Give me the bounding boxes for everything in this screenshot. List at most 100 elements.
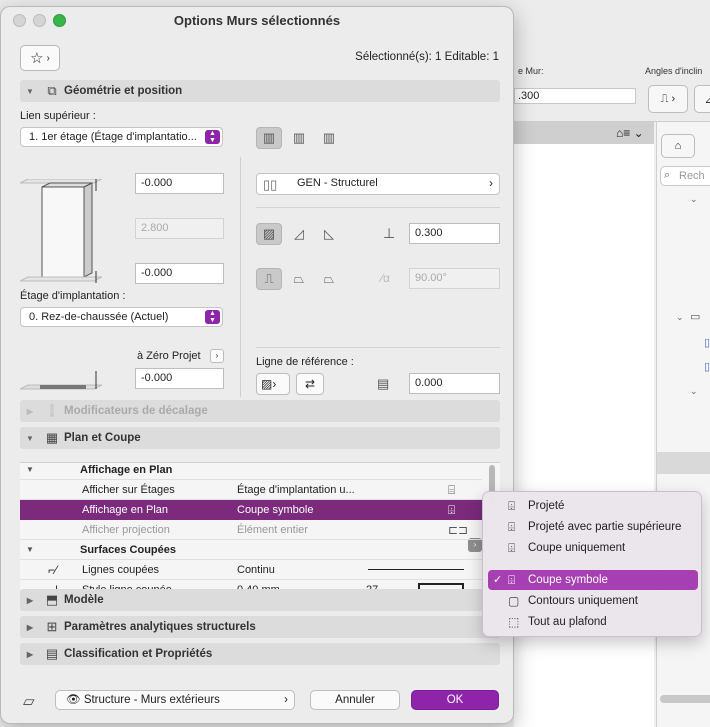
outlines-only-icon: ▢ — [508, 594, 520, 608]
projected-icon: ⌹ — [508, 499, 516, 513]
section-structural-label: Paramètres analytiques structurels — [64, 621, 256, 633]
ref-line-hatch-icon: ▨› — [261, 377, 277, 391]
wall-height-input[interactable]: 2.800 — [135, 218, 224, 239]
ok-button[interactable]: OK — [411, 690, 499, 710]
navigator-home-button[interactable]: ⌂ — [661, 134, 695, 158]
menu-item-label: Projeté avec partie supérieure — [528, 521, 682, 533]
geometry-h-divider-2 — [256, 347, 500, 348]
minimize-button[interactable] — [33, 14, 46, 27]
list-row-floor-plan-display[interactable]: Affichage en Plan Coupe symbole ⌹ › — [20, 500, 482, 552]
wall-double-slanted-icon: ◺ — [324, 226, 334, 241]
home-story-select[interactable]: 0. Rez-de-chaussée (Actuel) ▲ ▼ — [20, 307, 223, 327]
star-icon: ☆ — [30, 50, 44, 67]
wall-type-straight-button[interactable]: ▥ — [256, 127, 282, 149]
updown-chevron-icon: ▲ ▼ — [205, 130, 220, 144]
ref-line-flip-button[interactable]: ⇄ — [296, 373, 324, 395]
navigator-scrollbar[interactable] — [660, 695, 710, 703]
ref-line-location-button[interactable]: ▨› — [256, 373, 290, 395]
slant-icon: ⊿ — [704, 93, 710, 106]
row-value: Coupe symbole — [237, 504, 314, 516]
search-icon: ⌕ — [664, 169, 671, 181]
angle-type-button[interactable]: ⎍ › — [648, 85, 688, 113]
wall-profile-trapezoid-button[interactable]: ⏢ — [316, 268, 342, 290]
section-classification[interactable]: ▶ ▤ Classification et Propriétés — [20, 643, 500, 665]
chevron-down-icon[interactable]: ⌄ — [690, 386, 698, 397]
favorite-select[interactable]: 👁 Structure - Murs extérieurs › — [55, 690, 295, 710]
bottom-offset-input[interactable]: -0.000 — [135, 263, 224, 284]
close-button[interactable] — [13, 14, 26, 27]
top-offset-input[interactable]: -0.000 — [135, 173, 224, 194]
list-row-show-on-stories[interactable]: Afficher sur Étages Étage d'implantation… — [20, 480, 482, 500]
cancel-button[interactable]: Annuler — [310, 690, 400, 710]
thickness-icon: ⊥ — [383, 225, 396, 241]
home-story-label: Étage d'implantation : — [20, 290, 126, 302]
wall-profile-icon: ⎍ › — [660, 92, 676, 105]
background-tab-bar: ⌂≡ ⌄ — [514, 122, 654, 144]
wall-preview-graphic — [20, 179, 102, 283]
offset-modifier-icon: ⫿ — [49, 403, 55, 418]
floor-plan-display-menu: ⌹ Projeté ⌹ Projeté avec partie supérieure… — [482, 491, 702, 637]
menu-item-symbolic-cut[interactable]: ✓ ⌹ Coupe symbole — [488, 570, 698, 590]
menu-item-label: Coupe symbole — [528, 574, 608, 586]
wall-profile-straight-button[interactable]: ⎍ — [256, 268, 282, 290]
section-offset-label: Modificateurs de décalage — [64, 405, 208, 417]
folder-icon: ▭ — [690, 311, 701, 323]
wall-type-polygonal-button[interactable]: ▥ — [316, 127, 342, 149]
profile-trapezoid-icon: ⏢ — [323, 271, 335, 286]
dialog-title: Options Murs sélectionnés — [173, 13, 341, 28]
layer-view-icon[interactable]: ⌂≡ ⌄ — [616, 126, 644, 140]
ref-line-label: Ligne de référence : — [256, 356, 354, 368]
elevation-preview-graphic — [20, 371, 102, 390]
wall-section-slanted-button[interactable]: ◿ — [286, 223, 312, 245]
wall-type-trapezoid-button[interactable]: ▥ — [286, 127, 312, 149]
structure-select[interactable]: ▯▯ GEN - Structurel › — [256, 173, 500, 195]
menu-item-overhead-all[interactable]: ⬚ Tout au plafond — [488, 612, 698, 632]
favorite-value: Structure - Murs extérieurs — [83, 694, 220, 706]
eye-icon: 👁 — [66, 694, 81, 706]
list-group-cut-surfaces[interactable]: ▼ Surfaces Coupées — [20, 540, 482, 560]
wall-thickness-input[interactable]: 0.300 — [409, 223, 500, 244]
section-plan-section[interactable]: ▼ ▦ Plan et Coupe — [20, 427, 500, 449]
wall-straight-icon: ▥ — [262, 130, 276, 145]
composite-structure-icon: ▯▯ — [263, 177, 278, 192]
section-offset-modifiers[interactable]: ▶ ⫿ Modificateurs de décalage — [20, 400, 500, 422]
chevron-down-icon[interactable]: ⌄ — [676, 312, 684, 323]
section-structural-analysis[interactable]: ▶ ⊞ Paramètres analytiques structurels — [20, 616, 500, 638]
project-zero-menu-button[interactable]: › — [210, 349, 224, 363]
menu-item-outlines-only[interactable]: ▢ Contours uniquement — [488, 591, 698, 611]
row-label: Afficher projection — [82, 524, 170, 536]
section-model[interactable]: ▶ ⬒ Modèle — [20, 589, 500, 611]
wall-profile-slanted-button[interactable]: ⏢ — [286, 268, 312, 290]
expand-triangle-icon: ▶ — [26, 595, 34, 605]
projected-overhead-icon: ⌹ — [508, 520, 516, 534]
flip-icon: ⇄ — [304, 377, 316, 391]
menu-item-projected[interactable]: ⌹ Projeté — [488, 496, 698, 516]
menu-item-cut-only[interactable]: ⌹ Coupe uniquement — [488, 538, 698, 558]
wall-angle-input[interactable]: 90.00° — [409, 268, 500, 289]
home-icon: ⌂ — [674, 140, 682, 152]
mur-thickness-input[interactable]: .300 — [514, 88, 636, 104]
structural-analysis-icon: ⊞ — [46, 619, 58, 634]
drawing-canvas[interactable] — [514, 144, 654, 727]
angle-type-button-2[interactable]: ⊿ — [694, 85, 710, 113]
list-row-cut-lines[interactable]: ⌐⁄ Lignes coupées Continu — [20, 560, 482, 580]
wall-section-straight-button[interactable]: ▨ — [256, 223, 282, 245]
upper-link-value: 1. 1er étage (Étage d'implantatio... — [29, 131, 197, 143]
list-group-floor-plan-display[interactable]: ▼ Affichage en Plan — [20, 463, 482, 480]
menu-item-projected-overhead[interactable]: ⌹ Projeté avec partie supérieure — [488, 517, 698, 537]
wall-section-double-slanted-button[interactable]: ◺ — [316, 223, 342, 245]
structure-value: GEN - Structurel — [297, 177, 378, 189]
section-geometry[interactable]: ▼ ⧉ Géométrie et position — [20, 80, 500, 102]
expand-triangle-icon: ▶ — [26, 406, 34, 416]
collapse-triangle-icon: ▼ — [26, 545, 34, 554]
wall-trapezoid-icon: ▥ — [292, 130, 306, 145]
favorites-button[interactable]: ☆ › — [20, 45, 60, 71]
geometry-h-divider — [256, 207, 500, 208]
menu-item-label: Contours uniquement — [528, 595, 638, 607]
project-zero-input[interactable]: -0.000 — [135, 368, 224, 389]
ref-offset-input[interactable]: 0.000 — [409, 373, 500, 394]
chevron-down-icon[interactable]: ⌄ — [690, 194, 698, 205]
zoom-button[interactable] — [53, 14, 66, 27]
upper-link-select[interactable]: 1. 1er étage (Étage d'implantatio... ▲ ▼ — [20, 127, 223, 147]
list-row-show-projection[interactable]: Afficher projection Élément entier ⊏⊐ — [20, 520, 482, 540]
